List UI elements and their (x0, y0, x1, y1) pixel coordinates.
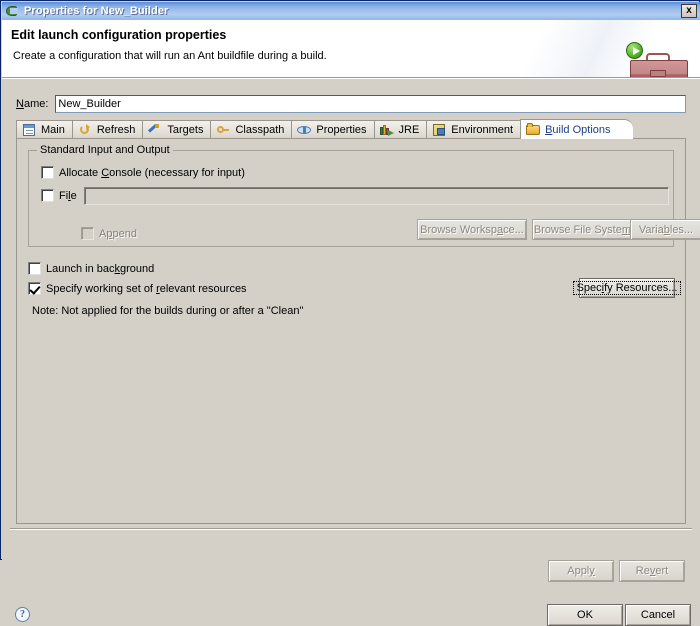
header-banner: Edit launch configuration properties Cre… (2, 20, 700, 77)
variables-label: Variables... (638, 223, 694, 236)
tab-label: Properties (316, 124, 367, 136)
clean-note: Note: Not applied for the builds during … (32, 305, 304, 317)
name-input[interactable] (55, 95, 686, 113)
properties-oval-icon (297, 123, 312, 137)
variables-button: Variables... (630, 219, 700, 240)
tab-environment[interactable]: Environment (426, 120, 522, 139)
revert-label: Revert (635, 565, 669, 577)
tab-build-options[interactable]: Build Options (520, 119, 633, 139)
launch-in-background-checkbox[interactable] (28, 262, 41, 275)
title-bar: Properties for New_Builder x (2, 2, 700, 20)
dialog-body: Name: Main Refresh Targets Classpath (2, 79, 700, 626)
browse-file-system-button: Browse File System... (532, 219, 642, 240)
append-label: Append (99, 227, 137, 240)
specify-working-set-checkbox[interactable] (28, 282, 41, 295)
properties-dialog: Properties for New_Builder x Edit launch… (0, 0, 700, 626)
browse-workspace-button: Browse Workspace... (417, 219, 527, 240)
ok-label: OK (577, 609, 593, 621)
refresh-arrows-icon (78, 123, 93, 137)
specify-working-set-checkbox-row[interactable]: Specify working set of relevant resource… (28, 282, 247, 295)
tab-label: Main (41, 124, 65, 136)
window-title: Properties for New_Builder (24, 5, 169, 17)
file-path-input[interactable] (84, 187, 669, 205)
eclipse-icon (5, 4, 19, 18)
browse-file-system-label: Browse File System... (533, 223, 640, 236)
build-options-panel: Standard Input and Output Allocate Conso… (16, 138, 700, 524)
tab-jre[interactable]: JRE (373, 120, 428, 139)
tab-label: Build Options (545, 123, 611, 136)
tab-label: Environment (451, 124, 514, 136)
append-checkbox (81, 227, 94, 240)
specify-resources-button[interactable]: Specify Resources... (572, 278, 682, 298)
specify-working-set-label: Specify working set of relevant resource… (46, 282, 247, 295)
file-checkbox-row[interactable]: File (41, 189, 77, 202)
tab-label: JRE (398, 124, 420, 136)
apply-label: Apply (567, 565, 595, 577)
standard-io-group: Standard Input and Output Allocate Conso… (28, 144, 700, 247)
jre-books-icon (379, 123, 395, 137)
specify-resources-label: Specify Resources... (572, 281, 682, 295)
apply-button: Apply (548, 560, 614, 582)
tab-targets[interactable]: Targets (142, 120, 212, 139)
browse-workspace-label: Browse Workspace... (420, 223, 524, 236)
file-checkbox[interactable] (41, 189, 54, 202)
tab-properties[interactable]: Properties (291, 120, 375, 139)
append-checkbox-row: Append (81, 227, 137, 240)
launch-in-background-label: Launch in background (46, 262, 155, 275)
tab-classpath[interactable]: Classpath (210, 120, 293, 139)
help-question-icon[interactable]: ? (15, 607, 30, 622)
tab-label: Classpath (235, 124, 285, 136)
toolbox-with-run-icon (614, 42, 692, 77)
group-title: Standard Input and Output (37, 144, 173, 156)
close-icon[interactable]: x (681, 4, 697, 18)
tab-label: Refresh (96, 124, 136, 136)
ok-button[interactable]: OK (547, 604, 623, 626)
tab-main[interactable]: Main (16, 120, 73, 139)
page-title: Edit launch configuration properties (11, 28, 227, 42)
tab-refresh[interactable]: Refresh (71, 120, 144, 139)
targets-check-icon (148, 123, 163, 137)
revert-button: Revert (619, 560, 685, 582)
allocate-console-label: Allocate Console (necessary for input) (59, 166, 245, 179)
allocate-console-checkbox[interactable] (41, 166, 54, 179)
cancel-button[interactable]: Cancel (625, 604, 691, 626)
file-label: File (59, 189, 77, 202)
allocate-console-checkbox-row[interactable]: Allocate Console (necessary for input) (41, 166, 245, 179)
tab-label: Targets (167, 124, 204, 136)
footer-separator (10, 528, 692, 530)
environment-icon (432, 123, 447, 137)
name-label: Name: (16, 98, 49, 110)
tab-bar: Main Refresh Targets Classpath Propertie… (16, 119, 686, 139)
main-document-icon (22, 123, 37, 137)
classpath-link-icon (216, 123, 231, 137)
page-subtitle: Create a configuration that will run an … (13, 50, 327, 62)
launch-in-background-checkbox-row[interactable]: Launch in background (28, 262, 154, 275)
cancel-label: Cancel (640, 609, 676, 621)
folder-icon (526, 122, 541, 137)
name-row: Name: (16, 94, 686, 114)
